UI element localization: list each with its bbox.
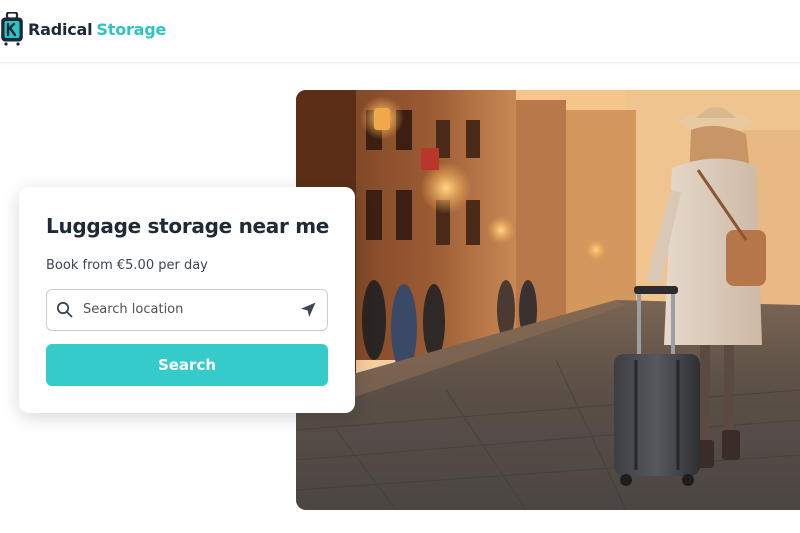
price-subtitle: Book from €5.00 per day [46,258,208,273]
search-icon [56,301,73,318]
hero-illustration [296,90,800,510]
brand-logo[interactable]: Radical Storage [0,12,166,46]
page: Radical Storage Luggage storage near me … [0,0,800,533]
card-title: Luggage storage near me [46,214,329,238]
search-button[interactable]: Search [46,344,328,386]
search-card: Luggage storage near me Book from €5.00 … [19,187,355,413]
suitcase-icon [1,12,23,46]
location-arrow-icon[interactable] [299,301,317,319]
brand-name-part1: Radical [28,19,93,39]
search-field[interactable] [46,289,328,331]
search-input[interactable] [83,291,283,327]
brand-name-part2: Storage [96,19,167,39]
site-header: Radical Storage [0,0,800,63]
brand-name: Radical Storage [28,20,166,39]
hero-photo [296,90,800,510]
